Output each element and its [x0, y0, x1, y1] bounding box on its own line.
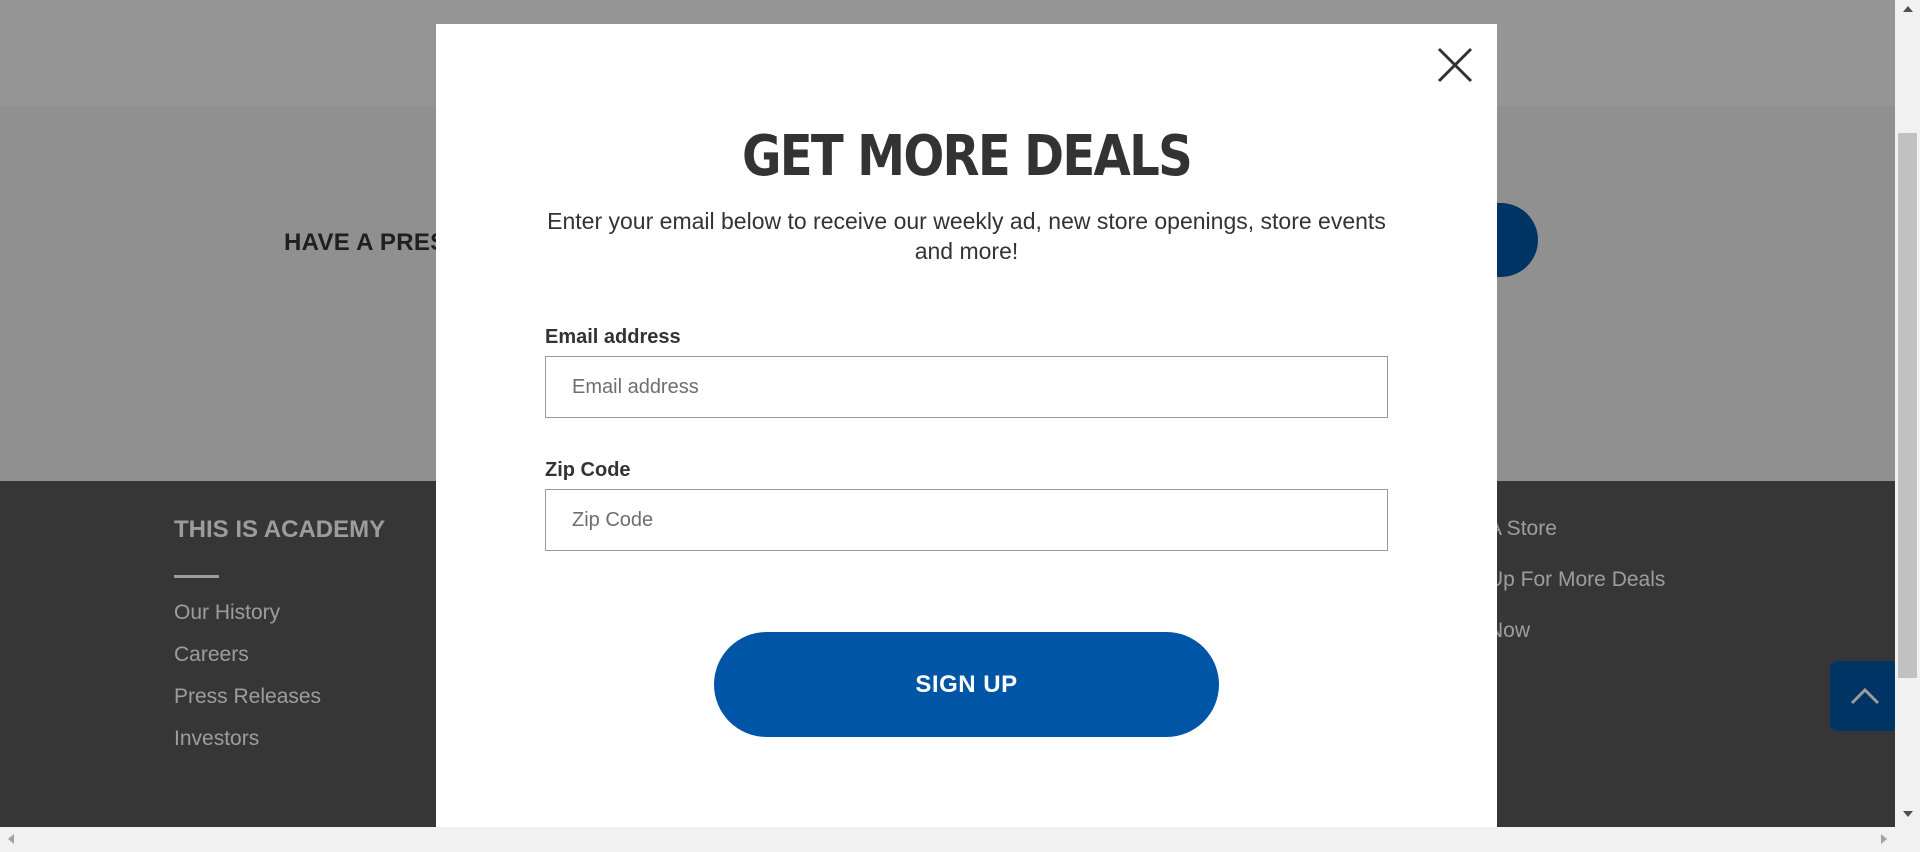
zip-code-label: Zip Code [545, 459, 631, 481]
email-label: Email address [545, 326, 681, 348]
scroll-right-arrow-icon[interactable] [1881, 834, 1887, 844]
sign-up-button[interactable]: SIGN UP [714, 632, 1219, 737]
horizontal-scrollbar[interactable] [0, 827, 1920, 852]
close-icon [1437, 47, 1473, 83]
vertical-scrollbar-thumb[interactable] [1898, 133, 1917, 678]
scroll-down-arrow-icon[interactable] [1903, 811, 1913, 817]
email-field[interactable] [545, 356, 1388, 418]
close-button[interactable] [1436, 46, 1474, 84]
scroll-left-arrow-icon[interactable] [8, 834, 14, 844]
modal-subtitle: Enter your email below to receive our we… [547, 208, 1386, 264]
scroll-up-arrow-icon[interactable] [1903, 6, 1913, 12]
page-viewport: HAVE A PRES THIS IS ACADEMY Our History … [0, 0, 1895, 827]
zip-code-field[interactable] [545, 489, 1388, 551]
modal-title: GET MORE DEALS [741, 124, 1193, 189]
